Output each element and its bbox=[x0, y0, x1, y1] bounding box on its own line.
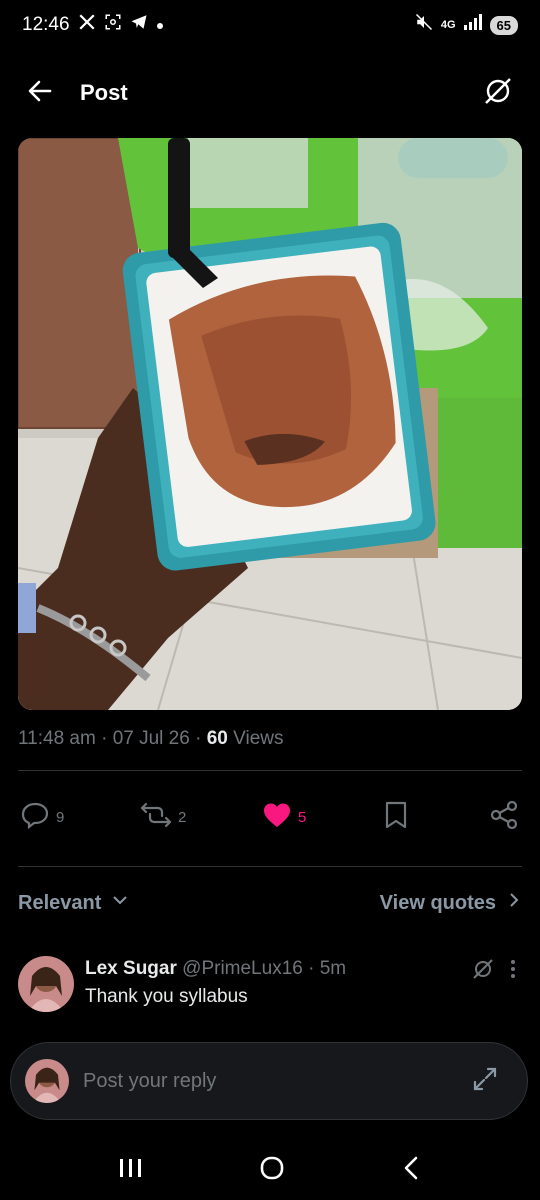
back-icon[interactable] bbox=[400, 1155, 422, 1186]
view-quotes-label: View quotes bbox=[379, 891, 496, 914]
status-bar: 12:46 4G 65 bbox=[0, 0, 540, 50]
network-label: 4G bbox=[440, 19, 456, 31]
screenshot-icon bbox=[104, 13, 122, 37]
reply-item[interactable]: Lex Sugar @PrimeLux16 · 5m Thank you syl… bbox=[18, 952, 522, 1022]
reply-author: Lex Sugar @PrimeLux16 · 5m bbox=[85, 958, 346, 980]
handle[interactable]: @PrimeLux16 bbox=[182, 958, 303, 979]
reply-tools bbox=[472, 958, 516, 985]
signal-icon bbox=[463, 14, 482, 36]
display-name[interactable]: Lex Sugar bbox=[85, 958, 177, 979]
divider bbox=[18, 866, 522, 867]
like-button[interactable]: 5 bbox=[262, 796, 306, 838]
repost-button[interactable]: 2 bbox=[140, 796, 186, 838]
views-count: 60 bbox=[206, 728, 228, 749]
heart-icon bbox=[262, 801, 292, 833]
post-header: Post bbox=[0, 60, 540, 126]
chevron-down-icon bbox=[111, 891, 129, 915]
post-image[interactable] bbox=[18, 138, 522, 710]
more-icon[interactable] bbox=[510, 959, 516, 984]
like-count: 5 bbox=[298, 808, 307, 826]
reply-age: 5m bbox=[319, 958, 347, 979]
reply-count: 9 bbox=[56, 808, 65, 826]
post-time: 11:48 am bbox=[18, 728, 96, 749]
mute-icon bbox=[415, 13, 433, 37]
bookmark-icon bbox=[383, 800, 409, 834]
reply-text: Thank you syllabus bbox=[85, 986, 248, 1007]
bookmark-button[interactable] bbox=[383, 796, 409, 838]
repost-count: 2 bbox=[178, 808, 187, 826]
repost-icon bbox=[140, 800, 172, 834]
dot-icon bbox=[156, 14, 164, 36]
reply-composer[interactable]: Post your reply bbox=[10, 1042, 528, 1120]
grok-icon[interactable] bbox=[482, 75, 514, 112]
page-title: Post bbox=[80, 80, 128, 105]
post-meta: 11:48 am · 07 Jul 26 · 60 Views bbox=[18, 728, 283, 750]
divider bbox=[18, 770, 522, 771]
reply-icon bbox=[20, 800, 50, 834]
meta-separator: · bbox=[308, 958, 315, 979]
battery-indicator: 65 bbox=[489, 15, 518, 35]
replies-filter: Relevant View quotes bbox=[18, 888, 522, 918]
sort-dropdown[interactable]: Relevant bbox=[18, 891, 129, 915]
share-icon bbox=[490, 800, 518, 834]
meta-separator: · bbox=[101, 728, 108, 749]
views-label: Views bbox=[233, 728, 284, 749]
expand-icon[interactable] bbox=[471, 1065, 499, 1098]
recents-icon[interactable] bbox=[118, 1157, 144, 1184]
telegram-icon bbox=[130, 13, 148, 37]
sort-label: Relevant bbox=[18, 891, 102, 914]
status-time: 12:46 bbox=[22, 14, 70, 35]
avatar bbox=[25, 1059, 69, 1103]
view-quotes-link[interactable]: View quotes bbox=[380, 891, 522, 915]
arrow-left-icon[interactable] bbox=[26, 77, 54, 110]
share-button[interactable] bbox=[490, 796, 518, 838]
x-logo-icon bbox=[78, 13, 96, 37]
chevron-right-icon bbox=[506, 891, 522, 915]
meta-separator: · bbox=[195, 728, 202, 749]
reply-button[interactable]: 9 bbox=[20, 796, 64, 838]
post-actions: 9 2 5 bbox=[0, 796, 540, 838]
avatar[interactable] bbox=[18, 956, 74, 1012]
reply-input[interactable]: Post your reply bbox=[83, 1070, 216, 1093]
system-nav-bar bbox=[0, 1140, 540, 1200]
post-date: 07 Jul 26 bbox=[112, 728, 190, 749]
grok-icon[interactable] bbox=[472, 958, 494, 985]
home-icon[interactable] bbox=[259, 1155, 285, 1186]
